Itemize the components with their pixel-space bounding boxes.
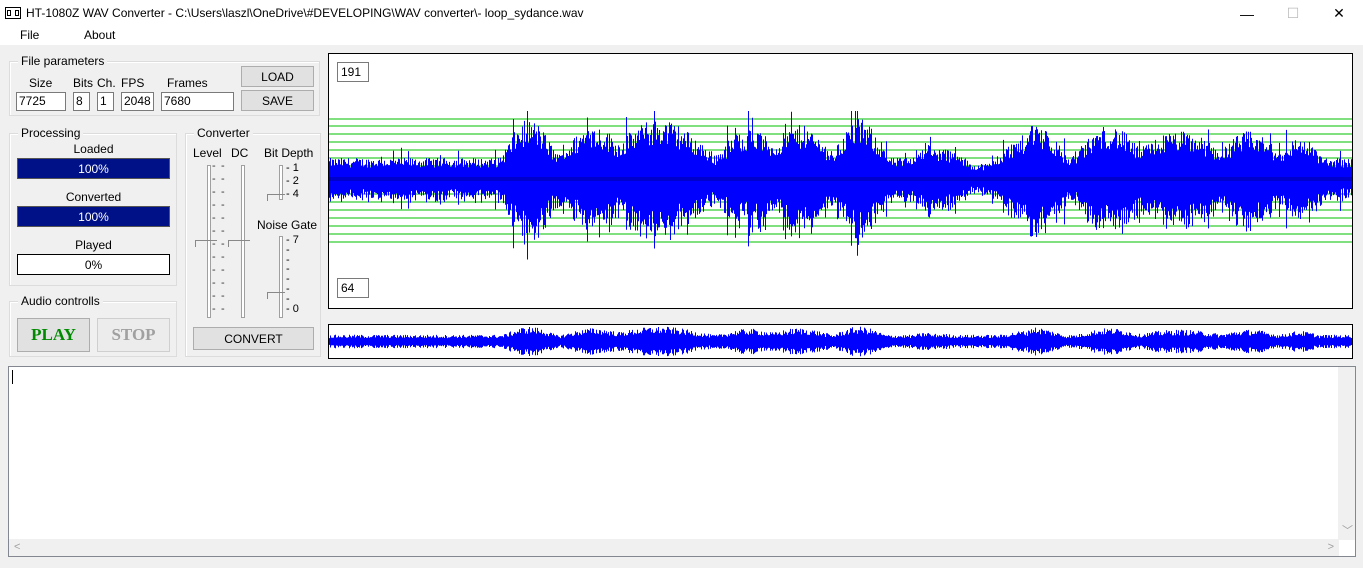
loaded-progress-bar: 100% xyxy=(17,158,170,179)
file-parameters-title: File parameters xyxy=(18,54,108,68)
minimize-icon[interactable]: — xyxy=(1224,0,1270,27)
noise-gate-min: 0 xyxy=(292,302,299,315)
level-slider-ticks: ------------ xyxy=(212,160,216,315)
noise-gate-slider-thumb[interactable] xyxy=(267,292,285,299)
noise-gate-label: Noise Gate xyxy=(257,218,318,232)
fps-field[interactable]: 2048 xyxy=(121,92,154,111)
waveform-overview[interactable] xyxy=(328,324,1353,359)
waveform-panel[interactable]: 191 64 xyxy=(328,53,1353,309)
frames-label: Frames xyxy=(167,76,208,90)
bit-depth-label: Bit Depth xyxy=(264,146,314,160)
menu-bar: File About xyxy=(0,27,1363,45)
scroll-down-icon[interactable]: ﹀ xyxy=(1342,522,1353,538)
horizontal-scrollbar[interactable]: < > xyxy=(9,539,1339,556)
close-icon[interactable]: ✕ xyxy=(1316,0,1362,27)
size-label: Size xyxy=(29,76,53,90)
text-cursor xyxy=(12,370,13,384)
window-title: HT-1080Z WAV Converter - C:\Users\laszl\… xyxy=(26,6,584,20)
title-bar: HT-1080Z WAV Converter - C:\Users\laszl\… xyxy=(0,0,1363,27)
size-field[interactable]: 7725 xyxy=(16,92,66,111)
converted-label: Converted xyxy=(65,190,122,204)
channels-field[interactable]: 1 xyxy=(97,92,114,111)
overview-plot xyxy=(329,326,1352,357)
scroll-left-icon[interactable]: < xyxy=(14,541,20,553)
maximize-icon[interactable]: ☐ xyxy=(1270,0,1316,27)
vertical-scrollbar[interactable]: ﹀ xyxy=(1338,367,1355,540)
upper-level-readout: 191 xyxy=(337,62,369,82)
menu-file[interactable]: File xyxy=(20,28,39,42)
bits-label: Bits xyxy=(73,76,94,90)
waveform-plot xyxy=(329,111,1352,260)
channels-label: Ch. xyxy=(97,76,116,90)
played-progress-bar: 0% xyxy=(17,254,170,275)
menu-about[interactable]: About xyxy=(84,28,115,42)
bit-depth-slider-thumb[interactable] xyxy=(267,194,285,201)
bit-depth-tick-2: 2 xyxy=(292,175,299,187)
save-button[interactable]: SAVE xyxy=(241,90,314,111)
played-label: Played xyxy=(75,238,112,252)
convert-button[interactable]: CONVERT xyxy=(193,327,314,350)
dc-label: DC xyxy=(231,146,249,160)
play-button[interactable]: PLAY xyxy=(17,318,90,352)
fps-label: FPS xyxy=(121,76,145,90)
bit-depth-tick-4: 4 xyxy=(292,188,299,200)
app-icon xyxy=(5,7,21,19)
load-button[interactable]: LOAD xyxy=(241,66,314,87)
level-label: Level xyxy=(193,146,222,160)
overview-trace xyxy=(329,326,1352,357)
bit-depth-ticks: - 1 - 2 - 4 xyxy=(286,162,299,200)
processing-title: Processing xyxy=(18,126,84,140)
scroll-right-icon[interactable]: > xyxy=(1328,541,1334,553)
stop-button[interactable]: STOP xyxy=(97,318,170,352)
dc-slider-thumb[interactable] xyxy=(228,240,250,247)
noise-gate-max: 7 xyxy=(292,234,299,246)
frames-field[interactable]: 7680 xyxy=(161,92,234,111)
log-textarea[interactable]: ﹀ < > xyxy=(8,366,1356,557)
audio-controls-title: Audio controlls xyxy=(18,294,103,308)
waveform-trace xyxy=(329,111,1352,260)
loaded-label: Loaded xyxy=(73,142,114,156)
converted-progress-bar: 100% xyxy=(17,206,170,227)
lower-level-readout: 64 xyxy=(337,278,369,298)
noise-gate-slider-track[interactable] xyxy=(279,236,283,318)
bit-depth-tick-1: 1 xyxy=(292,162,299,174)
dc-slider-ticks: ------------ xyxy=(221,160,225,315)
bits-field[interactable]: 8 xyxy=(73,92,90,111)
noise-gate-ticks: - 7------ - 0 xyxy=(286,234,299,315)
converter-title: Converter xyxy=(194,126,253,140)
